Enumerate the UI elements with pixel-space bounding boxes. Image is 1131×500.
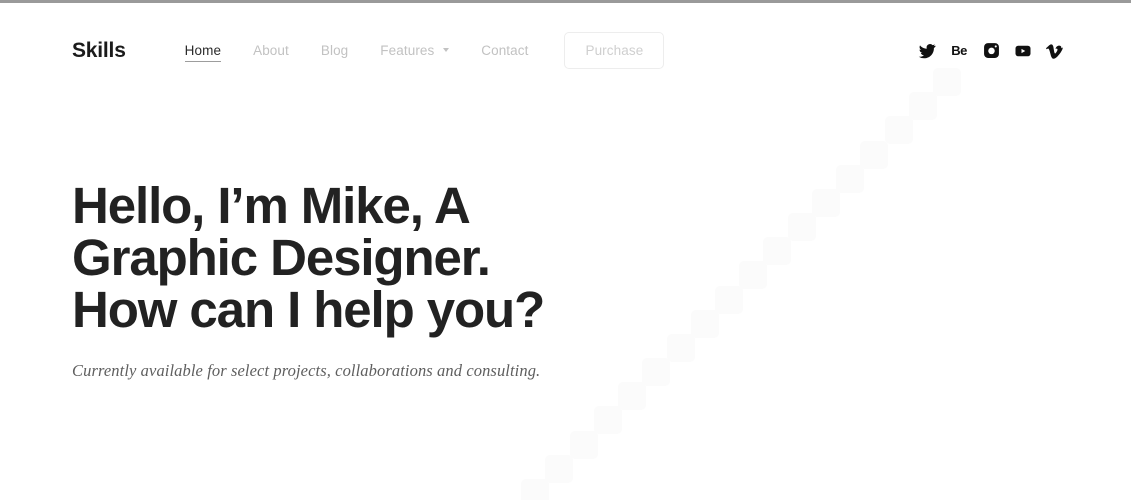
nav-item-home[interactable]: Home xyxy=(169,39,237,62)
youtube-icon[interactable] xyxy=(1013,41,1033,61)
page-title: Hello, I’m Mike, A Graphic Designer. How… xyxy=(72,180,772,336)
vimeo-icon[interactable] xyxy=(1045,41,1065,61)
nav-item-blog-label: Blog xyxy=(320,43,349,58)
behance-icon-label: Be xyxy=(951,43,967,58)
nav-item-home-label: Home xyxy=(184,43,222,58)
headline-line-3: How can I help you? xyxy=(72,281,545,338)
social-links: Be xyxy=(917,41,1065,61)
nav-item-contact[interactable]: Contact xyxy=(465,39,544,62)
headline-line-1: Hello, I’m Mike, A xyxy=(72,177,471,234)
nav-item-about[interactable]: About xyxy=(237,39,305,62)
nav-item-about-label: About xyxy=(253,43,289,58)
behance-icon[interactable]: Be xyxy=(949,41,969,61)
chevron-down-icon xyxy=(443,48,450,53)
hero-section: Hello, I’m Mike, A Graphic Designer. How… xyxy=(72,180,772,381)
page-root: Skills Home About Blog Features Contact … xyxy=(0,0,1131,500)
site-header: Skills Home About Blog Features Contact … xyxy=(0,3,1131,98)
nav-item-contact-label: Contact xyxy=(481,43,529,58)
headline-line-2: Graphic Designer. xyxy=(72,229,491,286)
hero-subtitle: Currently available for select projects,… xyxy=(72,361,541,380)
brand-logo[interactable]: Skills xyxy=(72,39,126,63)
main-navigation: Home About Blog Features Contact Purchas… xyxy=(169,32,665,69)
nav-item-features[interactable]: Features xyxy=(364,39,465,62)
nav-item-features-label: Features xyxy=(380,43,435,58)
purchase-button[interactable]: Purchase xyxy=(564,32,665,69)
nav-active-underline xyxy=(184,61,222,62)
twitter-icon[interactable] xyxy=(917,41,937,61)
nav-item-blog[interactable]: Blog xyxy=(305,39,364,62)
instagram-icon[interactable] xyxy=(981,41,1001,61)
